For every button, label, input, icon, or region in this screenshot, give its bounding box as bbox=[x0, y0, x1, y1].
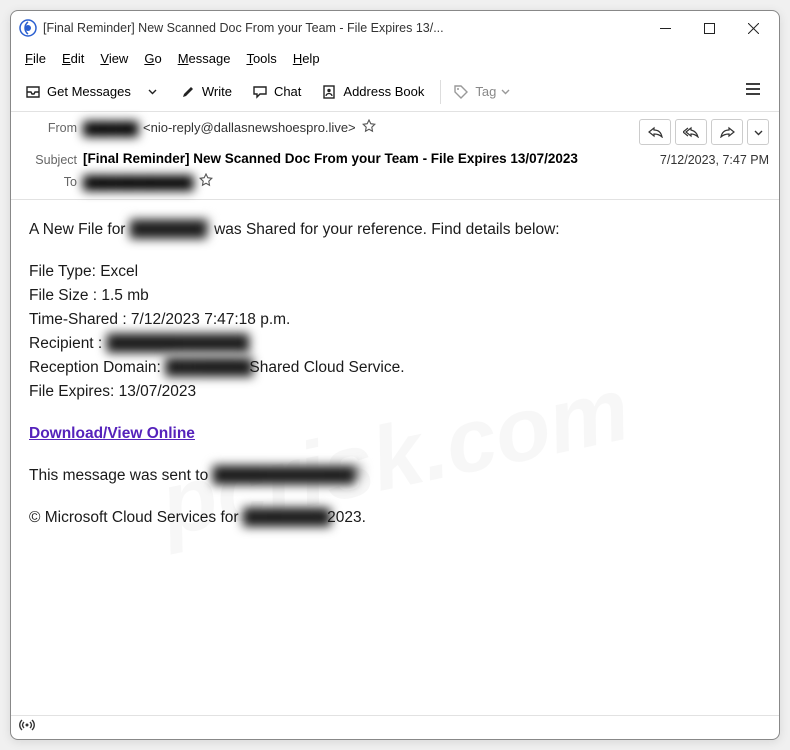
header-action-buttons bbox=[635, 119, 769, 145]
body-line1b: was Shared for your reference. Find deta… bbox=[210, 221, 560, 238]
tag-button[interactable]: Tag bbox=[445, 78, 524, 106]
broadcast-icon[interactable] bbox=[19, 718, 35, 737]
file-type: File Type: Excel bbox=[29, 263, 138, 280]
reply-all-button[interactable] bbox=[675, 119, 707, 145]
reception-redacted: ████████ bbox=[165, 356, 245, 371]
sent-to-redacted: █████████████ bbox=[213, 464, 363, 479]
pencil-icon bbox=[180, 84, 196, 100]
window-title: [Final Reminder] New Scanned Doc From yo… bbox=[43, 21, 643, 35]
menubar: File Edit View Go Message Tools Help bbox=[11, 45, 779, 71]
reply-button[interactable] bbox=[639, 119, 671, 145]
toolbar-separator bbox=[440, 80, 441, 104]
menu-message[interactable]: Message bbox=[170, 49, 239, 68]
time-shared: Time-Shared : 7/12/2023 7:47:18 p.m. bbox=[29, 311, 290, 328]
reply-all-icon bbox=[683, 126, 700, 138]
toolbar: Get Messages Write Chat Address Book Tag bbox=[11, 71, 779, 111]
star-icon bbox=[199, 173, 213, 187]
statusbar bbox=[11, 715, 779, 739]
app-icon bbox=[19, 19, 37, 37]
message-body: pcrisk.com A New File for ███████ was Sh… bbox=[11, 200, 779, 715]
from-name-redacted: ██████ bbox=[83, 121, 139, 135]
star-contact-button[interactable] bbox=[362, 119, 376, 136]
address-book-button[interactable]: Address Book bbox=[313, 78, 432, 106]
tag-icon bbox=[453, 84, 469, 100]
address-book-label: Address Book bbox=[343, 84, 424, 99]
close-button[interactable] bbox=[731, 13, 775, 43]
menu-help[interactable]: Help bbox=[285, 49, 328, 68]
get-messages-button[interactable]: Get Messages bbox=[17, 78, 139, 106]
minimize-button[interactable] bbox=[643, 13, 687, 43]
sent-to-label: This message was sent to bbox=[29, 467, 213, 484]
write-label: Write bbox=[202, 84, 232, 99]
address-book-icon bbox=[321, 84, 337, 100]
copyright-redacted: ████████ bbox=[243, 506, 323, 521]
star-recipient-button[interactable] bbox=[199, 173, 213, 190]
titlebar: [Final Reminder] New Scanned Doc From yo… bbox=[11, 11, 779, 45]
from-label: From bbox=[21, 119, 77, 135]
get-messages-label: Get Messages bbox=[47, 84, 131, 99]
file-expires: File Expires: 13/07/2023 bbox=[29, 383, 196, 400]
menu-tools[interactable]: Tools bbox=[238, 49, 284, 68]
forward-button[interactable] bbox=[711, 119, 743, 145]
chevron-down-icon bbox=[148, 87, 157, 96]
timestamp: 7/12/2023, 7:47 PM bbox=[660, 151, 769, 167]
recipient-redacted: █████████████ bbox=[107, 332, 247, 347]
download-link[interactable]: Download/View Online bbox=[29, 425, 195, 442]
chevron-down-icon bbox=[501, 87, 510, 96]
file-size: File Size : 1.5 mb bbox=[29, 287, 149, 304]
menu-file[interactable]: File bbox=[17, 49, 54, 68]
maximize-button[interactable] bbox=[687, 13, 731, 43]
subject-label: Subject bbox=[21, 151, 77, 167]
app-menu-button[interactable] bbox=[737, 76, 769, 107]
chat-icon bbox=[252, 84, 268, 100]
copyright-a: © Microsoft Cloud Services for bbox=[29, 509, 243, 526]
chat-button[interactable]: Chat bbox=[244, 78, 309, 106]
message-headers: From ██████ <nio-reply@dallasnewshoespro… bbox=[11, 112, 779, 199]
to-redacted: ████████████ bbox=[83, 175, 193, 189]
menu-edit[interactable]: Edit bbox=[54, 49, 92, 68]
reception-label: Reception Domain: bbox=[29, 359, 165, 376]
reception-suffix: Shared Cloud Service. bbox=[245, 359, 404, 376]
body-redacted-1: ███████ bbox=[130, 218, 210, 233]
from-address: <nio-reply@dallasnewshoespro.live> bbox=[143, 120, 356, 135]
tag-label: Tag bbox=[475, 84, 496, 99]
star-icon bbox=[362, 119, 376, 133]
forward-icon bbox=[720, 126, 735, 138]
recipient-label: Recipient : bbox=[29, 335, 107, 352]
more-actions-button[interactable] bbox=[747, 119, 769, 145]
to-label: To bbox=[21, 173, 77, 189]
write-button[interactable]: Write bbox=[172, 78, 240, 106]
chat-label: Chat bbox=[274, 84, 301, 99]
chevron-down-icon bbox=[754, 128, 763, 137]
hamburger-icon bbox=[745, 82, 761, 96]
menu-go[interactable]: Go bbox=[136, 49, 169, 68]
get-messages-dropdown[interactable] bbox=[143, 81, 168, 102]
subject-text: [Final Reminder] New Scanned Doc From yo… bbox=[83, 151, 578, 166]
inbox-icon bbox=[25, 84, 41, 100]
body-line1a: A New File for bbox=[29, 221, 130, 238]
menu-view[interactable]: View bbox=[92, 49, 136, 68]
reply-icon bbox=[648, 126, 663, 138]
app-window: [Final Reminder] New Scanned Doc From yo… bbox=[10, 10, 780, 740]
